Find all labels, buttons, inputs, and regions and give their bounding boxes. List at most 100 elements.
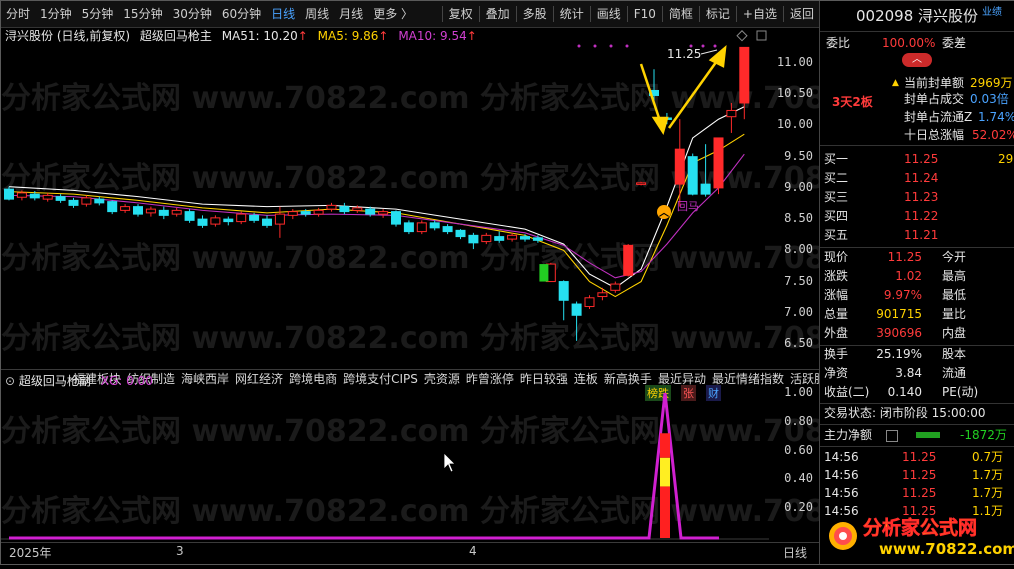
toolbar-divider bbox=[735, 6, 737, 22]
list-icon[interactable] bbox=[886, 430, 898, 442]
f10-button[interactable]: F10 bbox=[629, 1, 661, 27]
toolbar-divider bbox=[782, 6, 784, 22]
bid-label: 买一 bbox=[824, 152, 849, 166]
candle bbox=[145, 206, 156, 217]
tab-fenshi[interactable]: 分时 bbox=[1, 1, 35, 27]
adjust-mode: (日线,前复权) bbox=[56, 29, 131, 43]
tab-weekly[interactable]: 周线 bbox=[300, 1, 334, 27]
stock-code-name: 002098 浔兴股份 bbox=[856, 7, 979, 25]
indicator-tick: 0.80 bbox=[784, 413, 813, 428]
overlay-button[interactable]: 叠加 bbox=[481, 1, 515, 27]
candle bbox=[391, 210, 401, 227]
up-arrow-icon: ↑ bbox=[297, 29, 308, 43]
bid-row[interactable]: 买一 11.25 29 bbox=[820, 149, 1014, 169]
time-axis: 2025年 3 4 日线 bbox=[1, 542, 819, 562]
multi-stock-button[interactable]: 多股 bbox=[518, 1, 552, 27]
diamond-icon[interactable] bbox=[736, 30, 748, 42]
candle bbox=[68, 197, 79, 208]
maximize-icon[interactable] bbox=[756, 30, 767, 41]
period-toolbar: 分时 1分钟 5分钟 15分钟 30分钟 60分钟 日线 周线 月线 更多 〉 … bbox=[1, 1, 819, 28]
kline-canvas[interactable]: 分析家公式网 www.70822.com 分析家公式网 www.70822.co… bbox=[1, 28, 819, 368]
svg-text:分析家公式网 www.70822.com 分析家公式网: 分析家公式网 www.70822.com 分析家公式网 www.70822.co… bbox=[1, 241, 819, 276]
back-button[interactable]: 返回 bbox=[785, 1, 819, 27]
candle bbox=[94, 196, 105, 206]
draw-line-button[interactable]: 画线 bbox=[592, 1, 626, 27]
site-logo: 分析家公式网 www.70822.com bbox=[819, 506, 1014, 566]
stats-button[interactable]: 统计 bbox=[555, 1, 589, 27]
period-corner-label[interactable]: 日线 bbox=[783, 544, 807, 561]
tick-row: 14:56 11.25 1.7万 bbox=[824, 486, 1004, 500]
seal-row-1: 封单占成交 0.03倍 bbox=[904, 92, 1009, 106]
bid-price: 11.23 bbox=[904, 190, 939, 204]
svg-text:分析家公式网 www.70822.com 分析家公式网: 分析家公式网 www.70822.com 分析家公式网 www.70822.co… bbox=[1, 81, 819, 116]
candle bbox=[687, 153, 698, 196]
xg-bar-yellow bbox=[660, 457, 670, 487]
candle bbox=[262, 215, 272, 228]
candle bbox=[713, 137, 724, 195]
bid-label: 买五 bbox=[824, 228, 849, 242]
quote-panel: 002098 浔兴股份 业绩 委比 100.00% 委差 ︿ ▲ 当前封单额 2… bbox=[819, 1, 1014, 564]
mark-button[interactable]: 标记 bbox=[701, 1, 735, 27]
svg-text:︿: ︿ bbox=[659, 208, 669, 219]
tab-monthly[interactable]: 月线 bbox=[334, 1, 368, 27]
candle bbox=[416, 220, 427, 235]
bid-row[interactable]: 买五 11.21 bbox=[820, 225, 1014, 245]
quote-row: 涨跌 1.02 最高 bbox=[824, 269, 967, 283]
candle bbox=[171, 207, 182, 217]
tick-row: 14:56 11.25 1.7万 bbox=[824, 468, 1004, 482]
bid-label: 买四 bbox=[824, 209, 849, 223]
toolbar-divider bbox=[478, 6, 480, 22]
simple-frame-button[interactable]: 简框 bbox=[664, 1, 698, 27]
tab-15min[interactable]: 15分钟 bbox=[118, 1, 167, 27]
candle bbox=[442, 224, 453, 235]
month-label-3: 3 bbox=[176, 544, 184, 558]
toolbar-divider bbox=[698, 6, 700, 22]
bid-volume: 29 bbox=[998, 152, 1014, 166]
sub-indicator-chart[interactable]: 分析家公式网 www.70822.com 分析家公式网 www.70822.co… bbox=[1, 371, 819, 541]
candle bbox=[558, 280, 569, 321]
stock-title: 浔兴股份 bbox=[5, 29, 54, 43]
candle bbox=[623, 244, 634, 277]
seal-row-3: 十日总涨幅 52.02% bbox=[904, 128, 1014, 142]
bid-label: 买二 bbox=[824, 171, 849, 185]
main-flow-value: -1872万 bbox=[960, 428, 1007, 442]
bid-price: 11.25 bbox=[904, 152, 939, 166]
pane-divider[interactable] bbox=[1, 369, 819, 370]
tab-1min[interactable]: 1分钟 bbox=[35, 1, 77, 27]
year-label: 2025年 bbox=[9, 546, 52, 560]
fuquan-button[interactable]: 复权 bbox=[444, 1, 478, 27]
indicator-name[interactable]: 超级回马枪主 bbox=[140, 29, 212, 43]
watermark: 分析家公式网 www.70822.com 分析家公式网 www.70822.co… bbox=[1, 81, 819, 356]
tab-daily[interactable]: 日线 bbox=[266, 1, 300, 27]
candle bbox=[378, 209, 389, 218]
collapse-chevron-icon[interactable]: ︿ bbox=[902, 53, 932, 67]
tab-30min[interactable]: 30分钟 bbox=[168, 1, 217, 27]
tab-5min[interactable]: 5分钟 bbox=[77, 1, 119, 27]
bid-row[interactable]: 买三 11.23 bbox=[820, 187, 1014, 207]
price-tick: 7.00 bbox=[784, 304, 813, 319]
indicator-tick: 1.00 bbox=[784, 385, 813, 399]
chart-header: 浔兴股份 (日线,前复权) 超级回马枪主 MA51: 10.20↑ MA5: 9… bbox=[5, 28, 477, 44]
tag-yeji[interactable]: 业绩 bbox=[982, 2, 1002, 24]
candle bbox=[455, 229, 466, 240]
bid-row[interactable]: 买二 11.24 bbox=[820, 168, 1014, 188]
bid-row[interactable]: 买四 11.22 bbox=[820, 206, 1014, 226]
candle bbox=[197, 215, 208, 228]
sub-axis: 1.00 0.80 0.60 0.40 0.20 bbox=[769, 371, 819, 541]
tab-60min[interactable]: 60分钟 bbox=[217, 1, 266, 27]
candle bbox=[133, 204, 143, 217]
indicator-tick: 0.40 bbox=[784, 471, 813, 486]
price-axis: 11.00 10.50 10.00 9.50 9.00 8.50 8.00 7.50 7.00 6… bbox=[769, 28, 819, 368]
candle bbox=[4, 186, 14, 201]
candle bbox=[403, 220, 414, 235]
xg-bar-red bbox=[660, 433, 670, 458]
candle bbox=[210, 215, 221, 227]
candlestick-chart[interactable]: 分析家公式网 www.70822.com 分析家公式网 www.70822.co… bbox=[1, 28, 826, 401]
tick-row: 14:56 11.25 0.7万 bbox=[824, 450, 1004, 464]
high-price-label: 11.25 bbox=[667, 47, 701, 61]
add-watchlist-button[interactable]: +自选 bbox=[738, 1, 782, 27]
month-label-4: 4 bbox=[469, 544, 477, 558]
candle bbox=[223, 216, 234, 226]
panel-title: 002098 浔兴股份 业绩 bbox=[820, 5, 1014, 27]
tab-more[interactable]: 更多 〉 bbox=[368, 1, 418, 27]
